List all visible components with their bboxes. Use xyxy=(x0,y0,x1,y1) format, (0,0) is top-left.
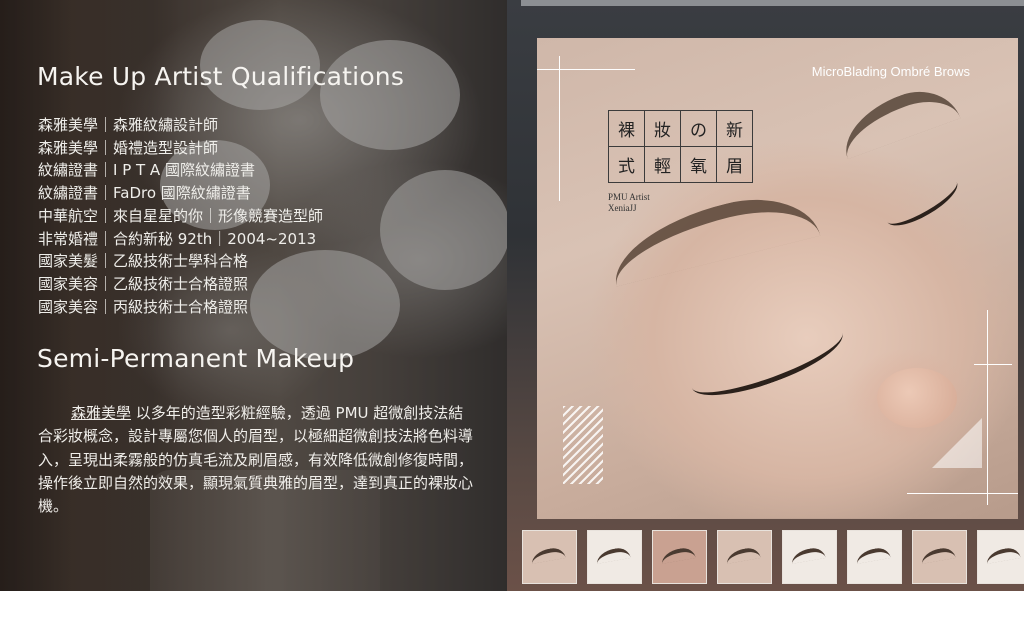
list-item: 中華航空｜來自星星的你｜形像競賽造型師 xyxy=(38,206,324,225)
artist-credit-line: PMU Artist xyxy=(608,192,650,202)
list-item: 紋繡證書｜I P T A 國際紋繡證書 xyxy=(38,161,255,180)
gallery-top-bar xyxy=(521,0,1024,6)
list-item: 森雅美學｜婚禮造型設計師 xyxy=(38,138,219,157)
gallery-thumbnail[interactable] xyxy=(587,530,642,584)
triangle-decoration xyxy=(932,418,982,468)
list-item: 國家美髮｜乙級技術士學科合格 xyxy=(38,252,249,271)
title-char: 妝 xyxy=(645,111,681,147)
pmu-heading: Semi-Permanent Makeup xyxy=(37,344,355,373)
qualifications-list: 森雅美學｜森雅紋繡設計師 森雅美學｜婚禮造型設計師 紋繡證書｜I P T A 國… xyxy=(38,114,323,318)
frame-line xyxy=(974,364,1012,365)
gallery-thumbnail[interactable] xyxy=(522,530,577,584)
frame-line xyxy=(987,310,988,505)
pmu-description: 森雅美學 以多年的造型彩粧經驗，透過 PMU 超微創技法結合彩妝概念，設計專屬您… xyxy=(38,402,478,518)
gallery-thumbnail[interactable] xyxy=(912,530,967,584)
qualifications-panel: Make Up Artist Qualifications 森雅美學｜森雅紋繡設… xyxy=(0,0,507,591)
thumbnail-strip xyxy=(522,530,1024,584)
gallery-main-image[interactable]: MicroBlading Ombré Brows 裸 妝 の 新 式 輕 氧 眉… xyxy=(537,38,1018,519)
title-char: 式 xyxy=(609,147,645,183)
list-item: 國家美容｜乙級技術士合格證照 xyxy=(38,274,249,293)
stripe-decoration xyxy=(563,406,603,484)
title-character-grid: 裸 妝 の 新 式 輕 氧 眉 xyxy=(608,110,753,183)
gallery-thumbnail[interactable] xyxy=(977,530,1024,584)
gallery-thumbnail[interactable] xyxy=(847,530,902,584)
gallery-thumbnail[interactable] xyxy=(782,530,837,584)
frame-line xyxy=(559,56,560,201)
list-item: 非常婚禮｜合約新秘 92th｜2004~2013 xyxy=(38,229,317,248)
title-char: 新 xyxy=(717,111,753,147)
title-char: 裸 xyxy=(609,111,645,147)
title-char: 眉 xyxy=(717,147,753,183)
artist-credit-line: XeniaJJ xyxy=(608,203,637,213)
image-caption: MicroBlading Ombré Brows xyxy=(811,64,970,79)
title-char: 氧 xyxy=(681,147,717,183)
brand-link[interactable]: 森雅美學 xyxy=(71,404,131,422)
gallery-panel: MicroBlading Ombré Brows 裸 妝 の 新 式 輕 氧 眉… xyxy=(507,0,1024,591)
gallery-thumbnail[interactable] xyxy=(652,530,707,584)
gallery-thumbnail[interactable] xyxy=(717,530,772,584)
artist-credit: PMU Artist XeniaJJ xyxy=(608,192,650,214)
list-item: 森雅美學｜森雅紋繡設計師 xyxy=(38,116,219,134)
title-char: 輕 xyxy=(645,147,681,183)
list-item: 紋繡證書｜FaDro 國際紋繡證書 xyxy=(38,184,251,203)
title-char: の xyxy=(681,111,717,147)
frame-line xyxy=(907,493,1018,494)
frame-line xyxy=(537,69,635,70)
list-item: 國家美容｜丙級技術士合格證照 xyxy=(38,297,249,316)
qualifications-heading: Make Up Artist Qualifications xyxy=(37,62,405,91)
